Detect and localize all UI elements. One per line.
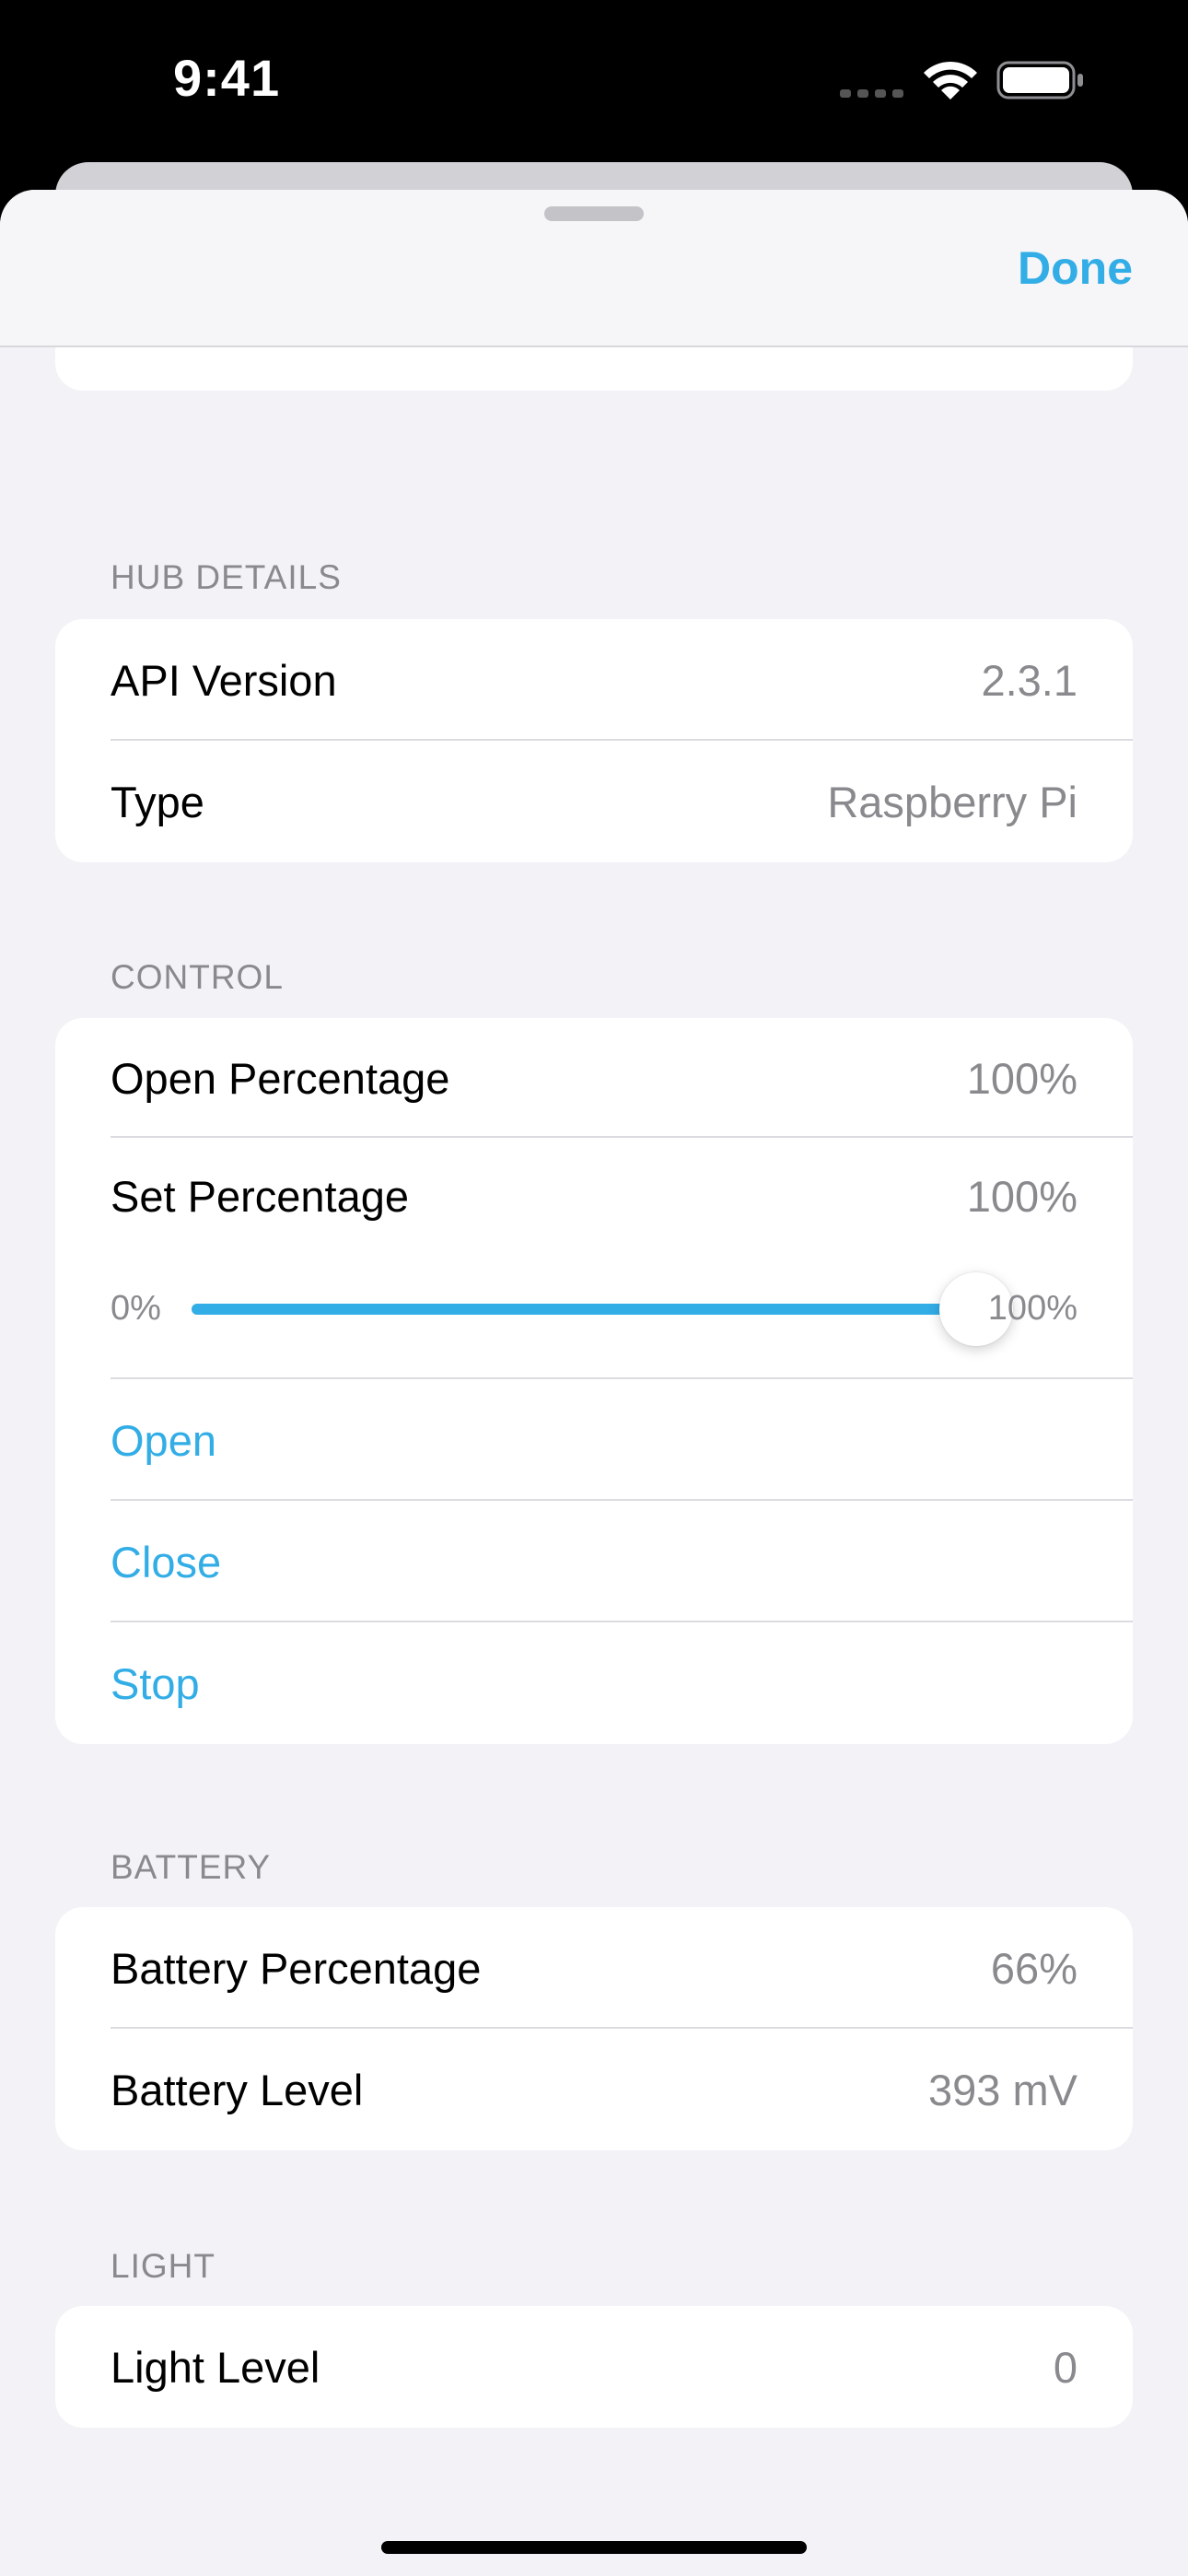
- status-bar: 9:41: [0, 0, 1188, 166]
- close-button[interactable]: Close: [111, 1537, 221, 1587]
- battery-group: Battery Percentage 66% Battery Level 393…: [55, 1907, 1133, 2150]
- slider-min-label: 0%: [111, 1289, 161, 1328]
- sheet-grabber[interactable]: [544, 206, 644, 221]
- battery-level-label: Battery Level: [111, 2065, 364, 2114]
- home-indicator: [381, 2541, 807, 2554]
- percentage-slider[interactable]: [192, 1272, 1013, 1346]
- open-percentage-label: Open Percentage: [111, 1053, 450, 1103]
- open-percentage-value: 100%: [966, 1053, 1077, 1103]
- light-level-value: 0: [1053, 2342, 1077, 2392]
- battery-percentage-value: 66%: [990, 1943, 1077, 1993]
- stop-action-row[interactable]: Stop: [55, 1622, 1133, 1744]
- close-action-row[interactable]: Close: [55, 1501, 1133, 1622]
- open-percentage-row: Open Percentage 100%: [55, 1018, 1133, 1138]
- cellular-signal-icon: [840, 89, 903, 98]
- hub-details-group: API Version 2.3.1 Type Raspberry Pi: [55, 619, 1133, 862]
- modal-sheet: Done Generation 2S HUB DETAILS API Versi…: [0, 190, 1188, 2576]
- battery-percentage-row: Battery Percentage 66%: [55, 1907, 1133, 2029]
- api-version-label: API Version: [111, 655, 337, 705]
- light-group: Light Level 0: [55, 2306, 1133, 2428]
- set-percentage-row: Set Percentage 100%: [55, 1138, 1133, 1254]
- set-percentage-label: Set Percentage: [111, 1171, 409, 1221]
- battery-level-value: 393 mV: [928, 2065, 1077, 2114]
- control-group: Open Percentage 100% Set Percentage 100%…: [55, 1018, 1133, 1744]
- light-level-label: Light Level: [111, 2342, 320, 2392]
- done-button[interactable]: Done: [1018, 241, 1133, 295]
- hub-type-label: Type: [111, 777, 204, 826]
- stop-button[interactable]: Stop: [111, 1658, 200, 1709]
- status-time: 9:41: [173, 49, 281, 107]
- light-level-row: Light Level 0: [55, 2306, 1133, 2428]
- battery-icon: [996, 61, 1083, 100]
- wifi-icon: [924, 61, 977, 100]
- slider-fill: [192, 1304, 976, 1315]
- open-button[interactable]: Open: [111, 1415, 216, 1466]
- sheet-navigation-bar: Done: [0, 190, 1188, 347]
- slider-max-label: 100%: [987, 1289, 1077, 1328]
- percentage-slider-row: 0% 100%: [55, 1254, 1133, 1379]
- battery-header: BATTERY: [111, 1848, 272, 1886]
- control-header: CONTROL: [111, 958, 284, 996]
- api-version-value: 2.3.1: [981, 655, 1077, 705]
- open-action-row[interactable]: Open: [55, 1379, 1133, 1501]
- hub-type-row: Type Raspberry Pi: [55, 741, 1133, 862]
- hub-type-value: Raspberry Pi: [827, 777, 1077, 826]
- hub-details-header: HUB DETAILS: [111, 558, 342, 596]
- api-version-row: API Version 2.3.1: [55, 619, 1133, 741]
- battery-level-row: Battery Level 393 mV: [55, 2029, 1133, 2150]
- light-header: LIGHT: [111, 2247, 215, 2285]
- set-percentage-value: 100%: [966, 1171, 1077, 1221]
- battery-percentage-label: Battery Percentage: [111, 1943, 482, 1993]
